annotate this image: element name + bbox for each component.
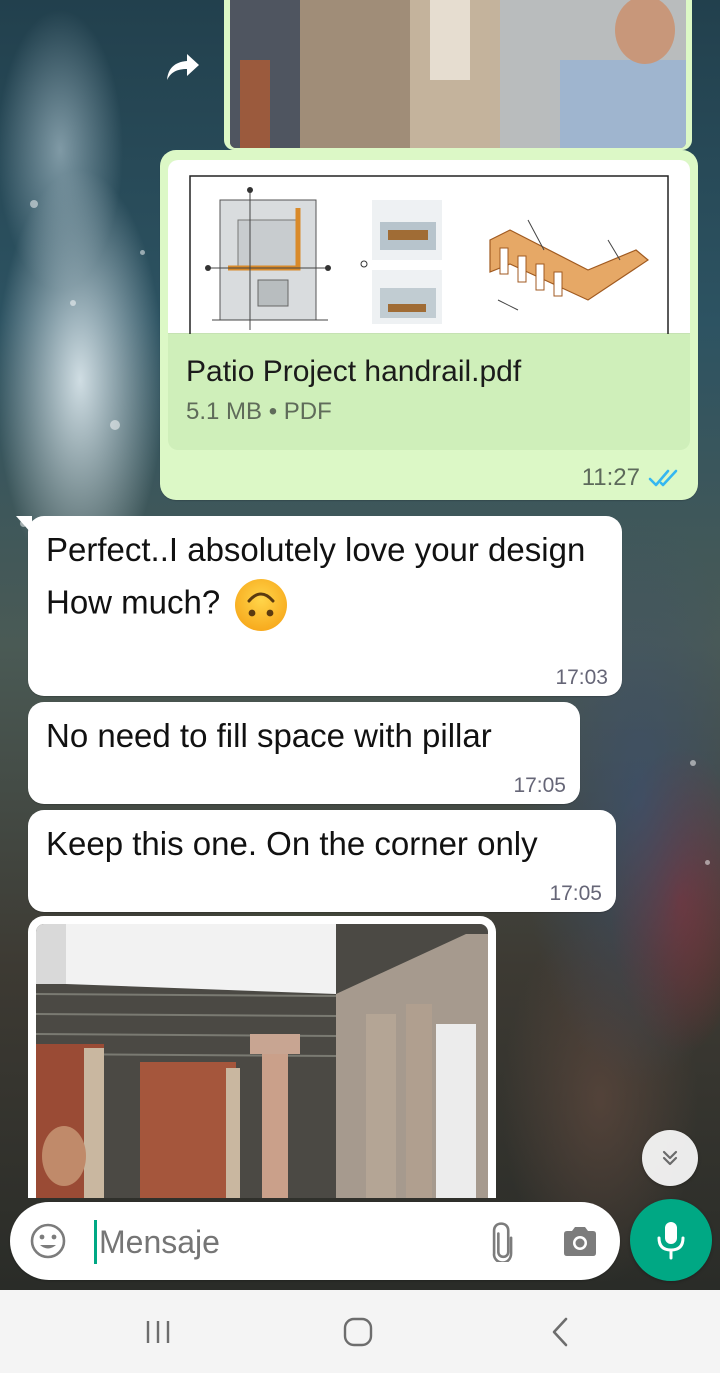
emoji-icon	[30, 1223, 66, 1259]
document-file-name: Patio Project handrail.pdf	[186, 355, 522, 388]
image-message[interactable]	[28, 916, 496, 1198]
chat-photo	[230, 0, 686, 148]
message-text: No need to fill space with pillar	[46, 717, 492, 754]
document-card[interactable]: Patio Project handrail.pdf 5.1 MB • PDF	[168, 160, 690, 450]
message-input[interactable]	[94, 1220, 474, 1264]
camera-icon	[564, 1227, 596, 1256]
home-icon	[343, 1317, 373, 1347]
incoming-message[interactable]: No need to fill space with pillar 17:05	[28, 702, 580, 804]
system-navigation-bar	[0, 1290, 720, 1373]
attach-button[interactable]	[484, 1222, 524, 1264]
home-button[interactable]	[328, 1310, 388, 1354]
message-time: 17:05	[549, 882, 602, 905]
document-message[interactable]: Patio Project handrail.pdf 5.1 MB • PDF …	[160, 150, 698, 500]
back-button[interactable]	[530, 1310, 590, 1354]
forward-button[interactable]	[160, 44, 206, 90]
message-time: 17:05	[513, 774, 566, 797]
message-meta: 11:27	[582, 464, 680, 492]
message-time: 17:03	[555, 666, 608, 689]
double-chevron-down-icon	[662, 1150, 678, 1166]
message-text: Perfect..I absolutely love your design	[46, 531, 586, 568]
document-file-info: 5.1 MB • PDF	[186, 398, 332, 425]
bubble-tail	[16, 516, 32, 534]
back-icon	[552, 1317, 568, 1347]
message-time: 11:27	[581, 464, 640, 491]
recent-apps-icon	[146, 1321, 170, 1343]
emoji-button[interactable]	[28, 1221, 68, 1261]
chat-photo	[36, 924, 488, 1198]
camera-button[interactable]	[560, 1222, 600, 1262]
incoming-message[interactable]: Keep this one. On the corner only 17:05	[28, 810, 616, 912]
pdf-preview	[168, 160, 690, 347]
message-composer	[10, 1202, 620, 1280]
upside-down-face-emoji-icon	[235, 578, 288, 631]
incoming-message[interactable]: Perfect..I absolutely love your design H…	[16, 516, 622, 696]
message-text-line-2: How much?	[46, 578, 604, 631]
voice-message-button[interactable]	[630, 1199, 712, 1281]
message-text: Keep this one. On the corner only	[46, 825, 538, 862]
microphone-icon	[657, 1222, 685, 1260]
image-message-top[interactable]	[224, 0, 692, 150]
message-text: How much?	[46, 583, 221, 621]
recent-apps-button[interactable]	[128, 1310, 188, 1354]
scroll-to-bottom-button[interactable]	[642, 1130, 698, 1186]
double-check-icon	[648, 469, 678, 487]
paperclip-icon	[492, 1222, 513, 1264]
forward-arrow-icon	[167, 54, 199, 80]
